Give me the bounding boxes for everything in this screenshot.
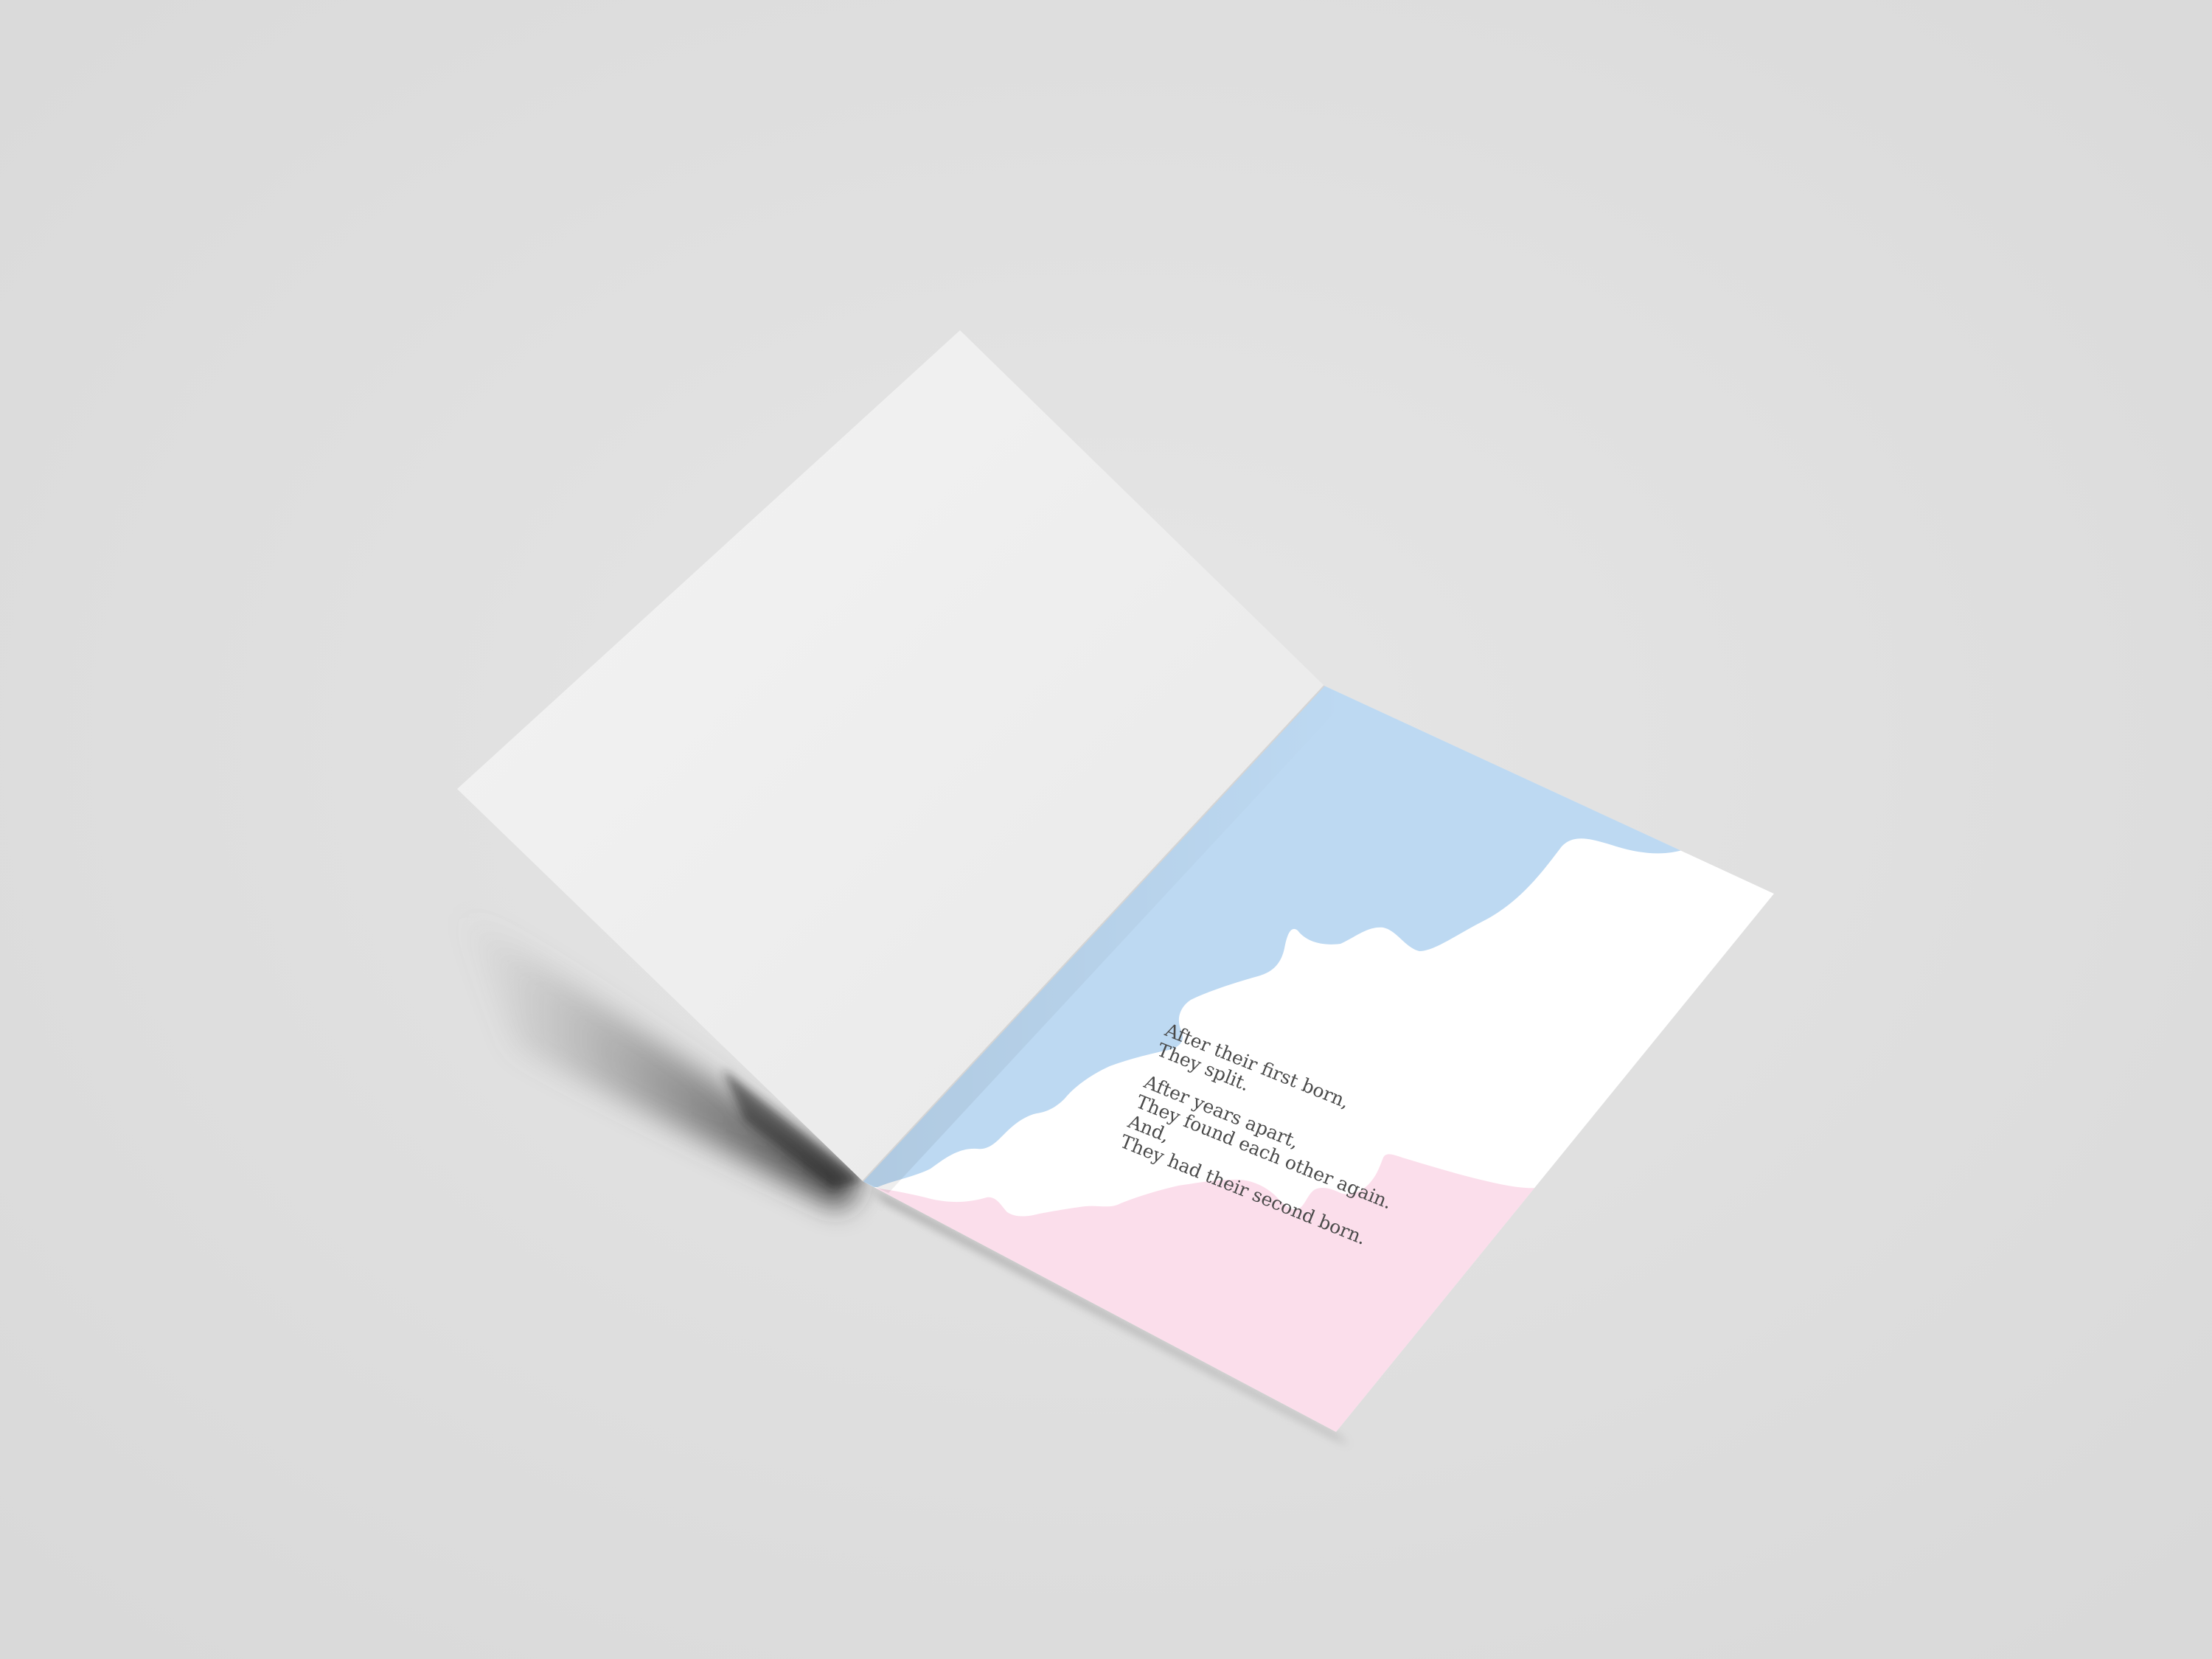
card-illustration	[0, 0, 2212, 1659]
mockup-scene: After their first born, They split. Afte…	[0, 0, 2212, 1659]
